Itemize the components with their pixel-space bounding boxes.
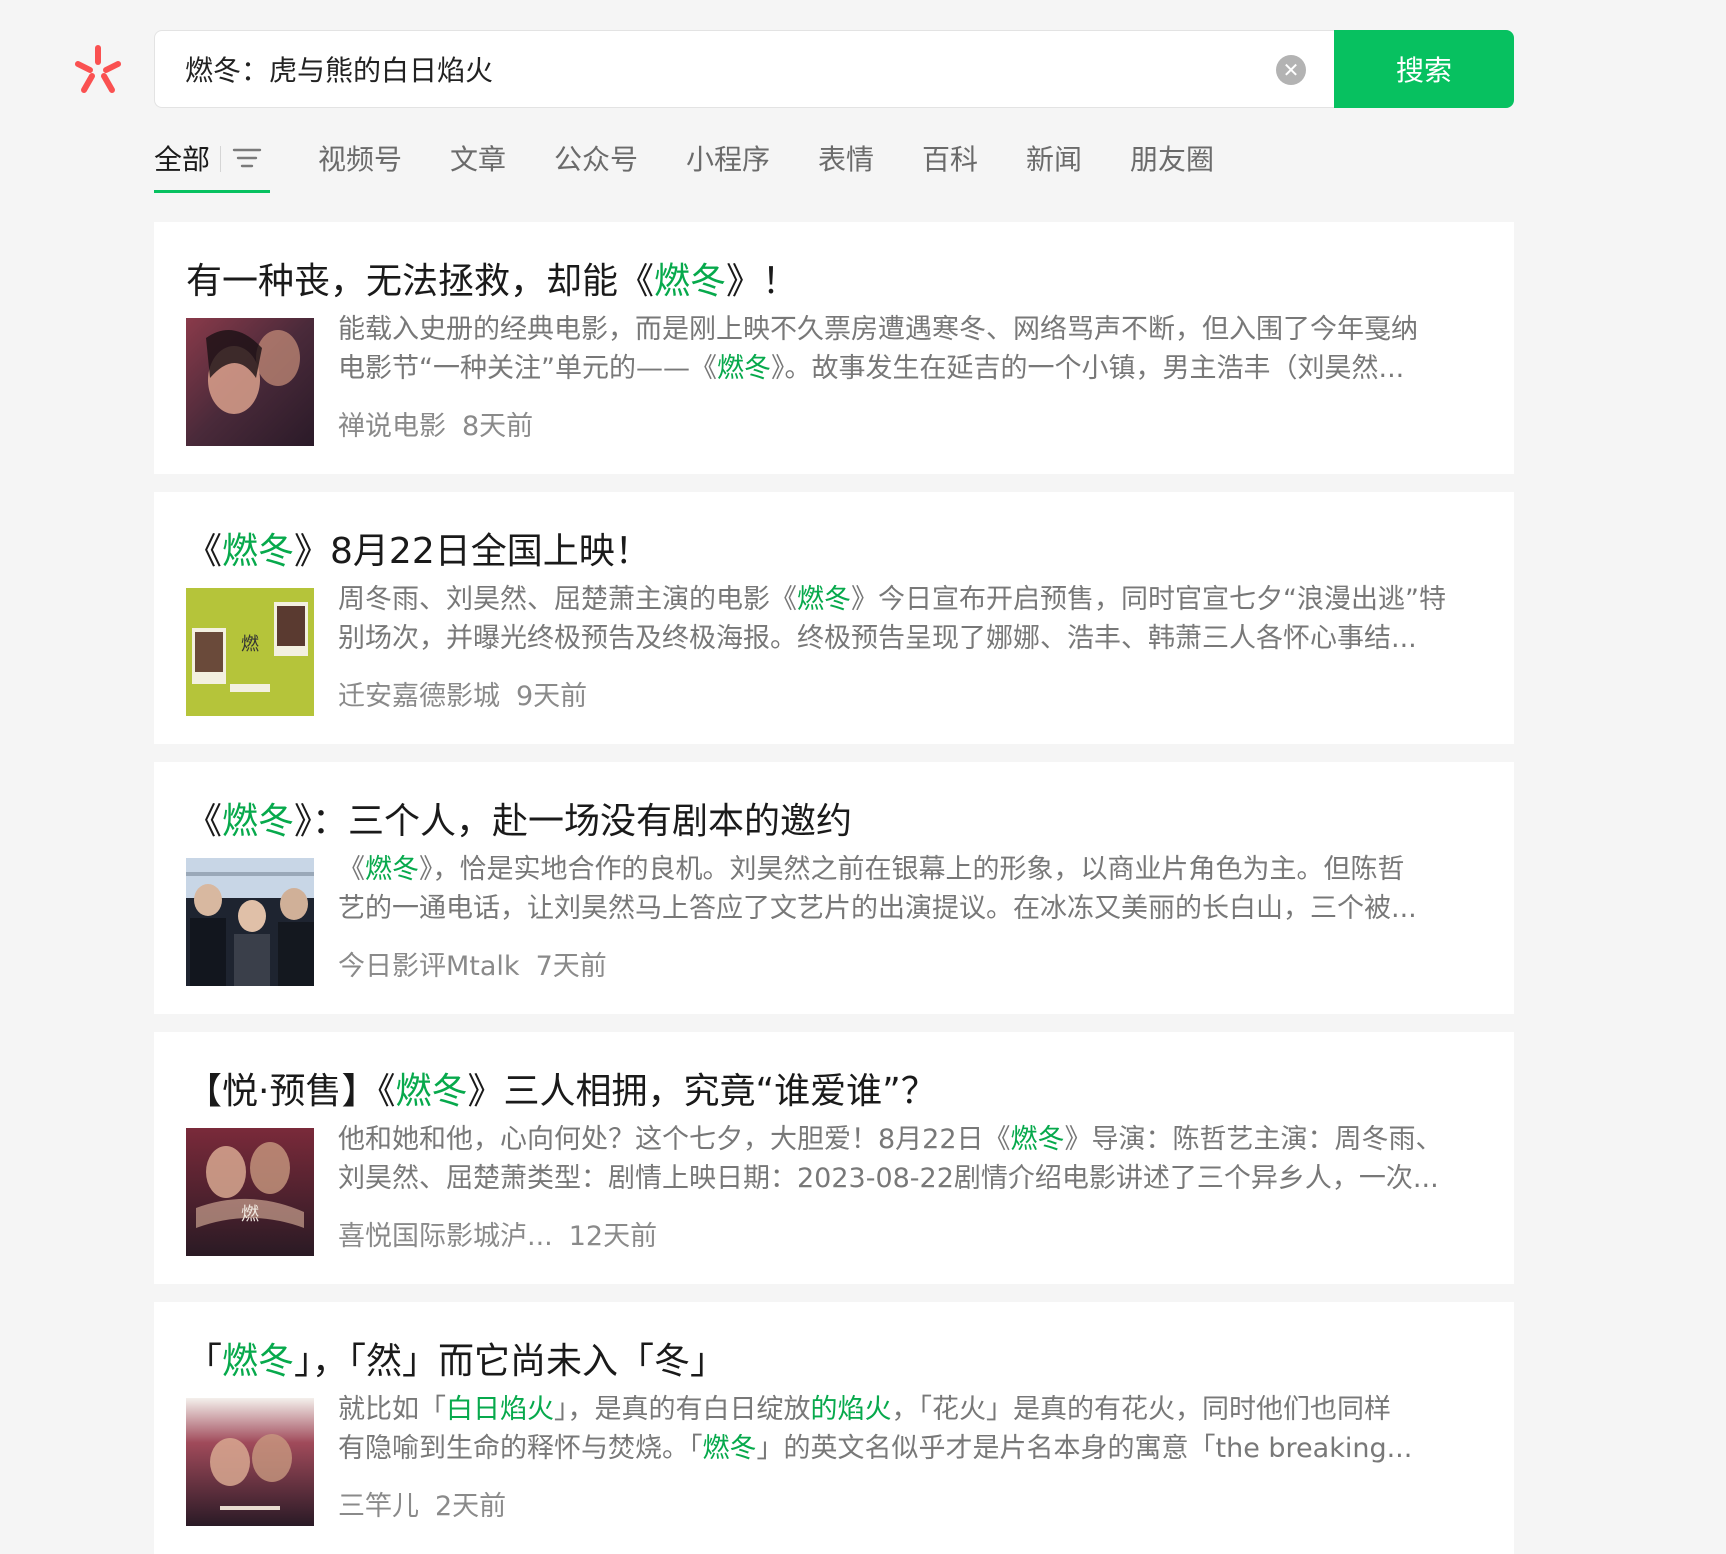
tab-separator xyxy=(220,146,221,172)
result-thumbnail[interactable] xyxy=(186,858,314,986)
result-card[interactable]: 【悦·预售】《燃冬》三人相拥，究竟“谁爱谁”？ 燃 他和她和他，心向何处？这个七… xyxy=(154,1032,1514,1284)
result-time: 12天前 xyxy=(568,1221,658,1252)
result-card[interactable]: 《燃冬》8月22日全国上映！ 燃 周冬雨、刘昊然、屈楚萧主演的电影《燃冬》今日宣… xyxy=(154,492,1514,744)
search-box: ✕ xyxy=(154,30,1334,108)
result-title[interactable]: 有一种丧，无法拯救，却能《燃冬》！ xyxy=(186,252,798,304)
result-meta: 禅说电影 8天前 xyxy=(338,404,533,443)
tab-official-accounts[interactable]: 公众号 xyxy=(554,138,638,178)
result-time: 2天前 xyxy=(435,1491,507,1522)
result-card[interactable]: 「燃冬」，「然」而它尚未入「冬」 就比如「白日焰火」，是真的有白日绽放的焰火，「… xyxy=(154,1302,1514,1554)
svg-text:燃: 燃 xyxy=(241,634,259,655)
tab-articles[interactable]: 文章 xyxy=(450,138,506,178)
tab-channels[interactable]: 视频号 xyxy=(318,138,402,178)
result-thumbnail[interactable] xyxy=(186,318,314,446)
result-meta: 喜悦国际影城泸... 12天前 xyxy=(338,1214,657,1253)
tab-mini-programs[interactable]: 小程序 xyxy=(686,138,770,178)
result-source[interactable]: 今日影评Mtalk xyxy=(338,951,520,982)
result-thumbnail[interactable] xyxy=(186,1398,314,1526)
result-thumbnail[interactable]: 燃 xyxy=(186,1128,314,1256)
result-meta: 三竿儿 2天前 xyxy=(338,1484,506,1523)
tab-all[interactable]: 全部 xyxy=(154,138,210,178)
result-title[interactable]: 《燃冬》：三个人，赴一场没有剧本的邀约 xyxy=(186,792,852,844)
tab-stickers[interactable]: 表情 xyxy=(818,138,874,178)
result-time: 7天前 xyxy=(535,951,607,982)
result-time: 8天前 xyxy=(462,411,534,442)
search-button[interactable]: 搜索 xyxy=(1334,30,1514,108)
wechat-search-logo-icon xyxy=(75,45,121,93)
result-card[interactable]: 有一种丧，无法拯救，却能《燃冬》！ 能载入史册的经典电影，而是刚上映不久票房遭遇… xyxy=(154,222,1514,474)
result-snippet: 周冬雨、刘昊然、屈楚萧主演的电影《燃冬》今日宣布开启预售，同时官宣七夕“浪漫出逃… xyxy=(338,584,1446,654)
result-source[interactable]: 喜悦国际影城泸... xyxy=(338,1221,553,1252)
result-time: 9天前 xyxy=(516,681,588,712)
tab-news[interactable]: 新闻 xyxy=(1026,138,1082,178)
result-snippet: 就比如「白日焰火」，是真的有白日绽放的焰火，「花火」是真的有花火，同时他们也同样… xyxy=(338,1394,1413,1464)
result-snippet: 《燃冬》，恰是实地合作的良机。刘昊然之前在银幕上的形象，以商业片角色为主。但陈哲… xyxy=(338,854,1417,924)
filter-icon[interactable] xyxy=(232,146,262,170)
result-snippet: 他和她和他，心向何处？这个七夕，大胆爱！8月22日《燃冬》导演：陈哲艺主演：周冬… xyxy=(338,1124,1443,1194)
result-source[interactable]: 迁安嘉德影城 xyxy=(338,681,500,712)
result-title[interactable]: 《燃冬》8月22日全国上映！ xyxy=(186,522,651,574)
result-source[interactable]: 禅说电影 xyxy=(338,411,446,442)
result-meta: 今日影评Mtalk 7天前 xyxy=(338,944,607,983)
result-source[interactable]: 三竿儿 xyxy=(338,1491,419,1522)
svg-text:燃: 燃 xyxy=(241,1204,259,1225)
close-circle-icon[interactable]: ✕ xyxy=(1276,55,1306,85)
result-thumbnail[interactable]: 燃 xyxy=(186,588,314,716)
result-title[interactable]: 「燃冬」，「然」而它尚未入「冬」 xyxy=(186,1332,726,1384)
active-tab-indicator xyxy=(154,190,270,193)
result-meta: 迁安嘉德影城 9天前 xyxy=(338,674,587,713)
result-title[interactable]: 【悦·预售】《燃冬》三人相拥，究竟“谁爱谁”？ xyxy=(186,1062,937,1114)
tab-moments[interactable]: 朋友圈 xyxy=(1130,138,1214,178)
tab-encyclopedia[interactable]: 百科 xyxy=(922,138,978,178)
result-snippet: 能载入史册的经典电影，而是刚上映不久票房遭遇寒冬、网络骂声不断，但入围了今年戛纳… xyxy=(338,314,1418,384)
result-card[interactable]: 《燃冬》：三个人，赴一场没有剧本的邀约 《燃冬》，恰是实地合作的良机。刘昊然之前… xyxy=(154,762,1514,1014)
search-input[interactable] xyxy=(185,31,1215,107)
